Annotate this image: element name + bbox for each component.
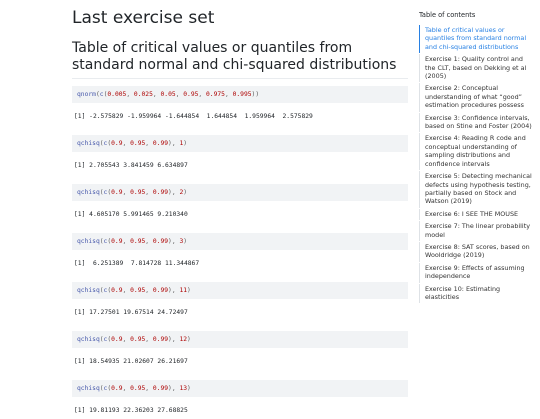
code-output: [1] 17.27501 19.67514 24.72497 [74, 309, 188, 316]
code-output: [1] 6.251389 7.814728 11.344867 [74, 260, 200, 267]
main-content: Last exercise set Table of critical valu… [72, 0, 408, 419]
code-output: [1] 18.54935 21.02607 26.21697 [74, 358, 188, 365]
table-of-contents: Table of contents Table of critical valu… [419, 11, 535, 304]
code-output: [1] 2.705543 3.841459 6.634897 [74, 162, 188, 169]
code-blocks: qnorm(c(0.005, 0.025, 0.05, 0.95, 0.975,… [72, 86, 408, 419]
toc-item[interactable]: Exercise 5: Detecting mechanical defects… [419, 171, 535, 208]
code-cell[interactable]: qchisq(c(0.9, 0.95, 0.99), 11) [72, 282, 408, 299]
code-output: [1] 4.605170 5.991465 9.210340 [74, 211, 188, 218]
toc-item[interactable]: Exercise 9: Effects of assuming independ… [419, 262, 535, 283]
toc-item[interactable]: Exercise 7: The linear probability model [419, 221, 535, 241]
code-cell[interactable]: qnorm(c(0.005, 0.025, 0.05, 0.95, 0.975,… [72, 86, 408, 103]
page-title: Last exercise set [72, 8, 215, 28]
toc-item[interactable]: Table of critical values or quantiles fr… [419, 25, 535, 54]
toc-list: Table of critical values or quantiles fr… [419, 25, 535, 304]
code-cell[interactable]: qchisq(c(0.9, 0.95, 0.99), 1) [72, 135, 408, 152]
code-cell[interactable]: qchisq(c(0.9, 0.95, 0.99), 12) [72, 331, 408, 348]
code-cell[interactable]: qchisq(c(0.9, 0.95, 0.99), 3) [72, 233, 408, 250]
toc-item[interactable]: Exercise 4: Reading R code and conceptua… [419, 133, 535, 171]
toc-item[interactable]: Exercise 10: Estimating elasticities [419, 283, 535, 304]
toc-item[interactable]: Exercise 1: Quality control and the CLT,… [419, 54, 535, 83]
section-title: Table of critical values or quantiles fr… [72, 40, 408, 79]
toc-title: Table of contents [419, 11, 476, 19]
code-cell[interactable]: qchisq(c(0.9, 0.95, 0.99), 13) [72, 380, 408, 397]
code-output: [1] 19.81193 22.36203 27.68825 [74, 407, 188, 414]
code-output: [1] -2.575829 -1.959964 -1.644854 1.6448… [74, 113, 313, 120]
toc-item[interactable]: Exercise 6: I SEE THE MOUSE [419, 208, 535, 221]
toc-item[interactable]: Exercise 2: Conceptual understanding of … [419, 83, 535, 112]
code-cell[interactable]: qchisq(c(0.9, 0.95, 0.99), 2) [72, 184, 408, 201]
toc-item[interactable]: Exercise 8: SAT scores, based on Wooldri… [419, 241, 535, 262]
toc-item[interactable]: Exercise 3: Confidence intervals, based … [419, 112, 535, 133]
